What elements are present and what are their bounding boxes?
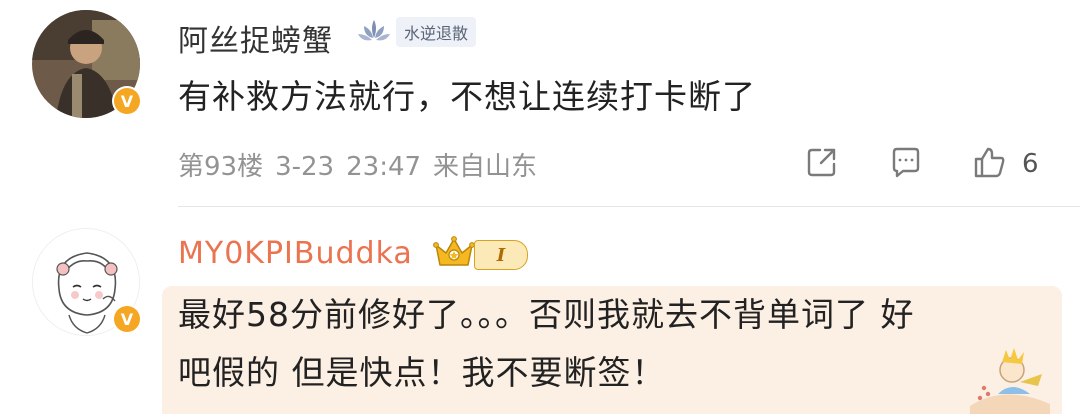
little-prince-sticker [970, 348, 1050, 414]
comment-item: V MY0KPIBuddka I 最好58分前修好了。。。否则我就去不背单词了 … [0, 0, 1080, 414]
level-tag: I [474, 240, 528, 270]
comment-text-line: 最好58分前修好了。。。否则我就去不背单词了 好 [178, 295, 915, 334]
comment-text-line: 吧假的 但是快点！我不要断签！ [178, 353, 666, 392]
comment-text: 最好58分前修好了。。。否则我就去不背单词了 好 吧假的 但是快点！我不要断签！ [178, 286, 914, 402]
avatar[interactable]: V [32, 228, 142, 336]
verified-badge: V [112, 304, 142, 334]
crown-icon [432, 235, 476, 275]
username[interactable]: MY0KPIBuddka [178, 236, 413, 271]
member-badge[interactable]: I [432, 236, 528, 274]
divider [178, 206, 1080, 207]
